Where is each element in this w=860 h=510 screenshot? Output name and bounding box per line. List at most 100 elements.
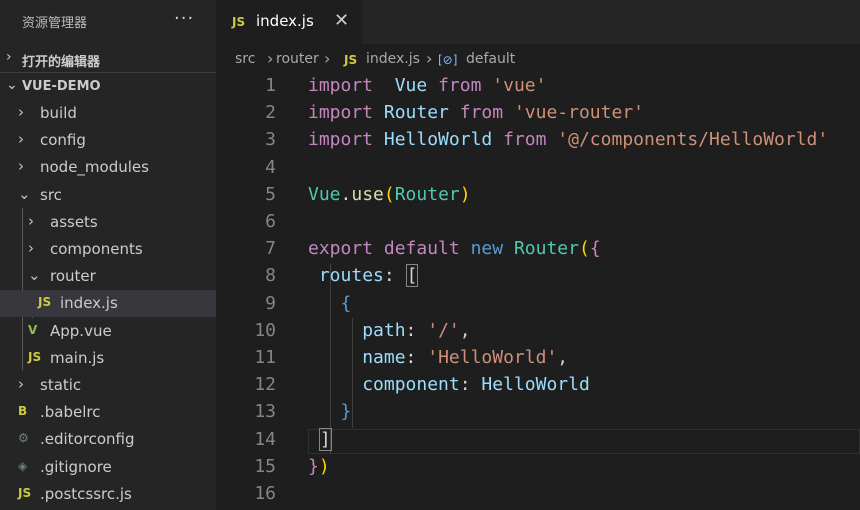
code-token: import (308, 75, 374, 96)
code-line[interactable]: 7 export default new Router({ (216, 237, 860, 264)
project-section[interactable]: ⌄ VUE-DEMO (0, 74, 216, 100)
symbol-variable-icon: [⊘] (438, 53, 458, 67)
code-token: Router (394, 183, 460, 205)
tree-item-components[interactable]: › components (0, 236, 216, 263)
tree-item-label: .babelrc (40, 403, 101, 422)
code-line[interactable]: 14 ] (216, 427, 860, 455)
tab-index-js[interactable]: JS index.js ✕ (216, 0, 362, 44)
js-file-icon: JS (18, 485, 32, 500)
code-token: component (362, 374, 460, 396)
tree-item-app-vue[interactable]: V App.vue (0, 318, 216, 345)
code-line[interactable]: 3 import HelloWorld from '@/components/He… (216, 128, 860, 155)
code-text: }) (308, 456, 330, 477)
code-line[interactable]: 4 (216, 156, 860, 183)
code-line[interactable]: 10 path: '/', (216, 319, 860, 346)
tree-item-label: assets (50, 212, 98, 231)
code-token: Vue (308, 183, 341, 205)
code-token: 'vue' (492, 75, 547, 96)
tree-item-config[interactable]: › config (0, 127, 216, 154)
code-line[interactable]: 2 import Router from 'vue-router' (216, 101, 860, 128)
code-text: Vue.use(Router) (308, 184, 471, 205)
tree-item-index-js[interactable]: JS index.js (0, 290, 216, 318)
line-number: 2 (265, 102, 276, 124)
code-token: Vue (394, 75, 428, 96)
tree-item-postcssrc-js[interactable]: JS .postcssrc.js (0, 481, 216, 508)
tree-item-gitignore[interactable]: ◈ .gitignore (0, 454, 216, 481)
line-number: 10 (254, 319, 276, 341)
section-divider (0, 72, 216, 73)
code-token: ) (318, 455, 330, 477)
code-line[interactable]: 9 { (216, 292, 860, 319)
code-editor[interactable]: 1 import Vue from 'vue' 2 import Router fro… (216, 74, 860, 510)
breadcrumb-file[interactable]: index.js (366, 51, 420, 67)
code-line[interactable]: 1 import Vue from 'vue' (216, 74, 860, 101)
breadcrumb-symbol[interactable]: default (466, 51, 515, 67)
code-text: ] (308, 427, 332, 451)
chevron-down-icon: ⌄ (6, 77, 18, 93)
tree-item-label: .editorconfig (40, 430, 135, 449)
tree-item-main-js[interactable]: JS main.js (0, 345, 216, 372)
chevron-right-icon: › (28, 211, 34, 230)
js-file-icon: JS (344, 53, 358, 67)
breadcrumb-src[interactable]: src (235, 51, 255, 67)
breadcrumb: src › router › JS index.js › [⊘] default (216, 44, 860, 74)
code-line[interactable]: 11 name: 'HelloWorld', (216, 346, 860, 373)
close-icon[interactable]: ✕ (334, 10, 349, 31)
code-token: ) (459, 183, 471, 205)
open-editors-section[interactable]: › 打开的编辑器 (0, 46, 216, 72)
code-token: export (308, 238, 374, 260)
tree-item-editorconfig[interactable]: ⚙ .editorconfig (0, 426, 216, 453)
open-editors-label: 打开的编辑器 (22, 55, 101, 70)
tree-item-src[interactable]: ⌄ src (0, 182, 216, 209)
code-line[interactable]: 12 component: HelloWorld (216, 373, 860, 400)
tree-item-label: .postcssrc.js (40, 484, 132, 503)
vue-file-icon: V (28, 322, 38, 337)
tree-item-babelrc[interactable]: B .babelrc (0, 399, 216, 426)
code-token: Router (513, 238, 579, 260)
tree-item-label: build (40, 104, 77, 122)
code-line[interactable]: 16 (216, 482, 860, 509)
line-number: 4 (265, 156, 276, 178)
code-token: { (340, 292, 352, 314)
breadcrumb-router[interactable]: router (276, 51, 319, 67)
project-label: VUE-DEMO (22, 79, 101, 94)
code-text: { (308, 292, 352, 314)
tree-item-label: main.js (50, 348, 105, 367)
code-line[interactable]: 5 Vue.use(Router) (216, 183, 860, 210)
code-text: export default new Router({ (308, 238, 601, 259)
code-line[interactable]: 13 } (216, 400, 860, 427)
code-token: import (308, 102, 374, 124)
code-text: path: '/', (308, 320, 470, 341)
tree-item-label: config (40, 131, 86, 150)
more-actions-icon[interactable]: ··· (174, 8, 194, 29)
tree-item-label: App.vue (50, 321, 112, 340)
tree-item-node-modules[interactable]: › node_modules (0, 154, 216, 181)
chevron-right-icon: › (426, 49, 433, 68)
chevron-right-icon: › (18, 375, 24, 393)
code-text: import Router from 'vue-router' (308, 102, 644, 123)
code-token: from (438, 75, 482, 96)
tree-item-assets[interactable]: › assets (0, 209, 216, 236)
gear-file-icon: ⚙ (18, 431, 29, 446)
tree-item-router[interactable]: ⌄ router (0, 263, 216, 290)
tree-item-static[interactable]: › static (0, 372, 216, 399)
code-line[interactable]: 8 routes: [ (216, 264, 860, 291)
code-line[interactable]: 6 (216, 210, 860, 237)
tree-item-build[interactable]: › build (0, 100, 216, 127)
code-text: component: HelloWorld (308, 374, 590, 395)
line-number: 9 (265, 292, 276, 314)
chevron-right-icon: › (18, 157, 24, 176)
code-line[interactable]: 15}) (216, 455, 860, 482)
code-token: . (340, 183, 352, 205)
line-number: 7 (265, 238, 276, 260)
explorer-title: 资源管理器 (22, 16, 88, 31)
line-number: 16 (254, 483, 276, 504)
tree-item-label: index.js (60, 294, 118, 313)
code-token: 'vue-router' (513, 102, 644, 124)
